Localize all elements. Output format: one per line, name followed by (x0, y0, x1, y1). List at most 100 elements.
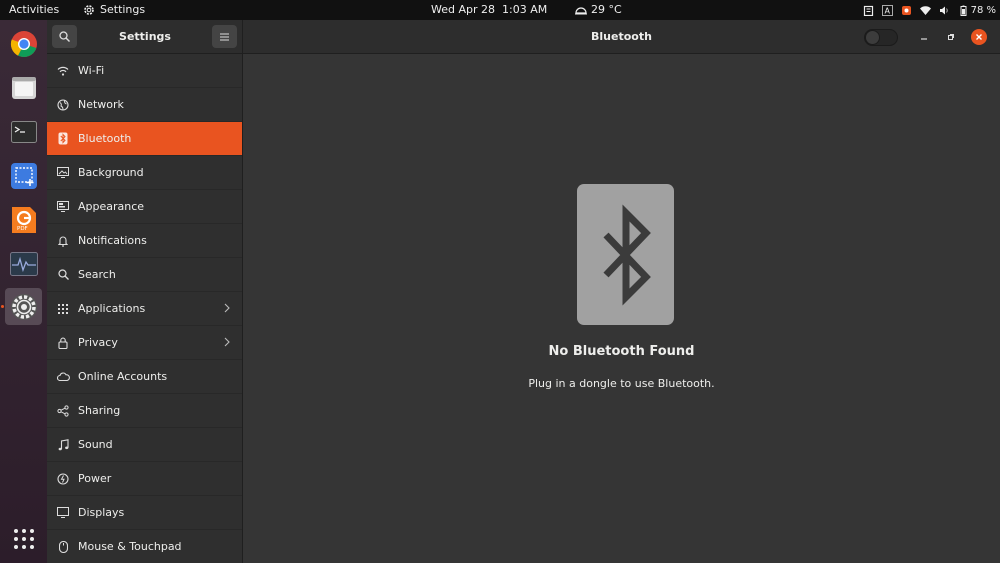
sidebar-item-mouse-touchpad[interactable]: Mouse & Touchpad (47, 530, 242, 563)
clipboard-icon[interactable] (863, 5, 874, 16)
sidebar-item-label: Applications (78, 302, 146, 315)
files-icon (11, 76, 36, 99)
show-applications[interactable] (5, 520, 42, 557)
volume-icon[interactable] (939, 5, 950, 16)
sidebar-item-search[interactable]: Search (47, 258, 242, 292)
top-bar: Activities Settings Wed Apr 28 1:03 AM 2… (0, 0, 1000, 20)
bluetooth-placeholder (577, 184, 674, 325)
sidebar-item-privacy[interactable]: Privacy (47, 326, 242, 360)
sidebar-header: Settings (47, 20, 243, 54)
sidebar-item-label: Background (78, 166, 144, 179)
dock-pdf-editor[interactable]: PDF (5, 201, 42, 238)
sidebar-item-label: Network (78, 98, 124, 111)
weather-indicator[interactable]: 29 °C (575, 3, 622, 16)
close-button[interactable] (971, 29, 987, 45)
sidebar-item-label: Bluetooth (78, 132, 132, 145)
system-tray[interactable]: A 78 % (863, 2, 996, 18)
sidebar-item-appearance[interactable]: Appearance (47, 190, 242, 224)
bluetooth-panel: No Bluetooth Found Plug in a dongle to u… (243, 54, 1000, 563)
empty-state-subtitle: Plug in a dongle to use Bluetooth. (528, 377, 715, 390)
battery-icon (960, 5, 967, 16)
sidebar-item-label: Appearance (78, 200, 145, 213)
pdf-editor-icon: PDF (11, 206, 36, 233)
wifi-status-icon[interactable] (919, 5, 931, 16)
dock-settings[interactable] (5, 288, 42, 325)
chevron-right-icon (224, 337, 230, 347)
dock-terminal[interactable] (5, 113, 42, 150)
background-icon (55, 165, 71, 181)
music-icon (55, 437, 71, 453)
sidebar-item-label: Wi-Fi (78, 64, 105, 77)
sidebar-item-sharing[interactable]: Sharing (47, 394, 242, 428)
battery-indicator[interactable]: 78 % (958, 5, 996, 16)
sidebar-item-label: Privacy (78, 336, 118, 349)
minimize-button[interactable] (916, 29, 932, 45)
sidebar-item-power[interactable]: Power (47, 462, 242, 496)
sidebar-item-label: Search (78, 268, 116, 281)
close-icon (976, 34, 982, 40)
chrome-icon (10, 30, 37, 57)
search-icon (55, 267, 71, 283)
dock-chrome[interactable] (5, 25, 42, 62)
system-monitor-icon (9, 251, 38, 276)
main-header: Bluetooth (243, 20, 1000, 54)
share-icon (55, 403, 71, 419)
sidebar-item-sound[interactable]: Sound (47, 428, 242, 462)
lock-icon (55, 335, 71, 351)
app-menu[interactable]: Settings (83, 3, 145, 16)
svg-text:A: A (884, 6, 890, 15)
sidebar-item-label: Sharing (78, 404, 121, 417)
terminal-icon (10, 120, 37, 143)
extension-icon[interactable] (901, 5, 912, 16)
keyboard-layout-icon[interactable]: A (881, 4, 893, 16)
app-grid-icon (13, 528, 34, 549)
sidebar-item-label: Power (78, 472, 112, 485)
weather-icon (575, 6, 587, 14)
sidebar-item-displays[interactable]: Displays (47, 496, 242, 530)
hamburger-icon (220, 33, 229, 40)
dock-system-monitor[interactable] (5, 245, 42, 282)
sidebar-item-online-accounts[interactable]: Online Accounts (47, 360, 242, 394)
sidebar-item-label: Mouse & Touchpad (78, 540, 182, 553)
restore-button[interactable] (943, 29, 959, 45)
toggle-knob (865, 30, 880, 45)
network-icon (55, 97, 71, 113)
minimize-icon (921, 38, 927, 40)
weather-temp: 29 °C (591, 3, 622, 16)
app-menu-label: Settings (100, 3, 146, 16)
dock-screenshot[interactable] (5, 157, 42, 194)
wifi-icon (55, 63, 71, 79)
power-icon (55, 471, 71, 487)
sidebar-item-wifi[interactable]: Wi-Fi (47, 54, 242, 88)
bluetooth-icon (55, 131, 71, 147)
bluetooth-toggle[interactable] (864, 29, 898, 46)
sidebar-item-label: Notifications (78, 234, 147, 247)
sidebar-item-label: Displays (78, 506, 125, 519)
running-indicator (1, 305, 4, 308)
restore-icon (948, 34, 954, 40)
sidebar-item-notifications[interactable]: Notifications (47, 224, 242, 258)
settings-icon (10, 293, 37, 320)
svg-text:PDF: PDF (17, 226, 28, 232)
activities-button[interactable]: Activities (9, 3, 59, 16)
bluetooth-icon (602, 204, 651, 305)
sidebar: Wi-Fi Network Bluetooth Background Appea… (47, 54, 243, 563)
cloud-icon (55, 369, 71, 385)
display-icon (55, 505, 71, 521)
sidebar-item-applications[interactable]: Applications (47, 292, 242, 326)
sidebar-item-label: Sound (78, 438, 113, 451)
bell-icon (55, 233, 71, 249)
menu-button[interactable] (212, 25, 237, 48)
battery-percent: 78 % (970, 4, 996, 16)
dock: PDF (0, 20, 47, 563)
sidebar-item-background[interactable]: Background (47, 156, 242, 190)
sidebar-item-network[interactable]: Network (47, 88, 242, 122)
clock[interactable]: Wed Apr 28 1:03 AM (431, 3, 547, 16)
sidebar-item-bluetooth[interactable]: Bluetooth (47, 122, 242, 156)
sidebar-item-label: Online Accounts (78, 370, 168, 383)
mouse-icon (55, 539, 71, 555)
dock-files[interactable] (5, 69, 42, 106)
appearance-icon (55, 199, 71, 215)
empty-state-title: No Bluetooth Found (548, 344, 695, 359)
grid-icon (55, 301, 71, 317)
